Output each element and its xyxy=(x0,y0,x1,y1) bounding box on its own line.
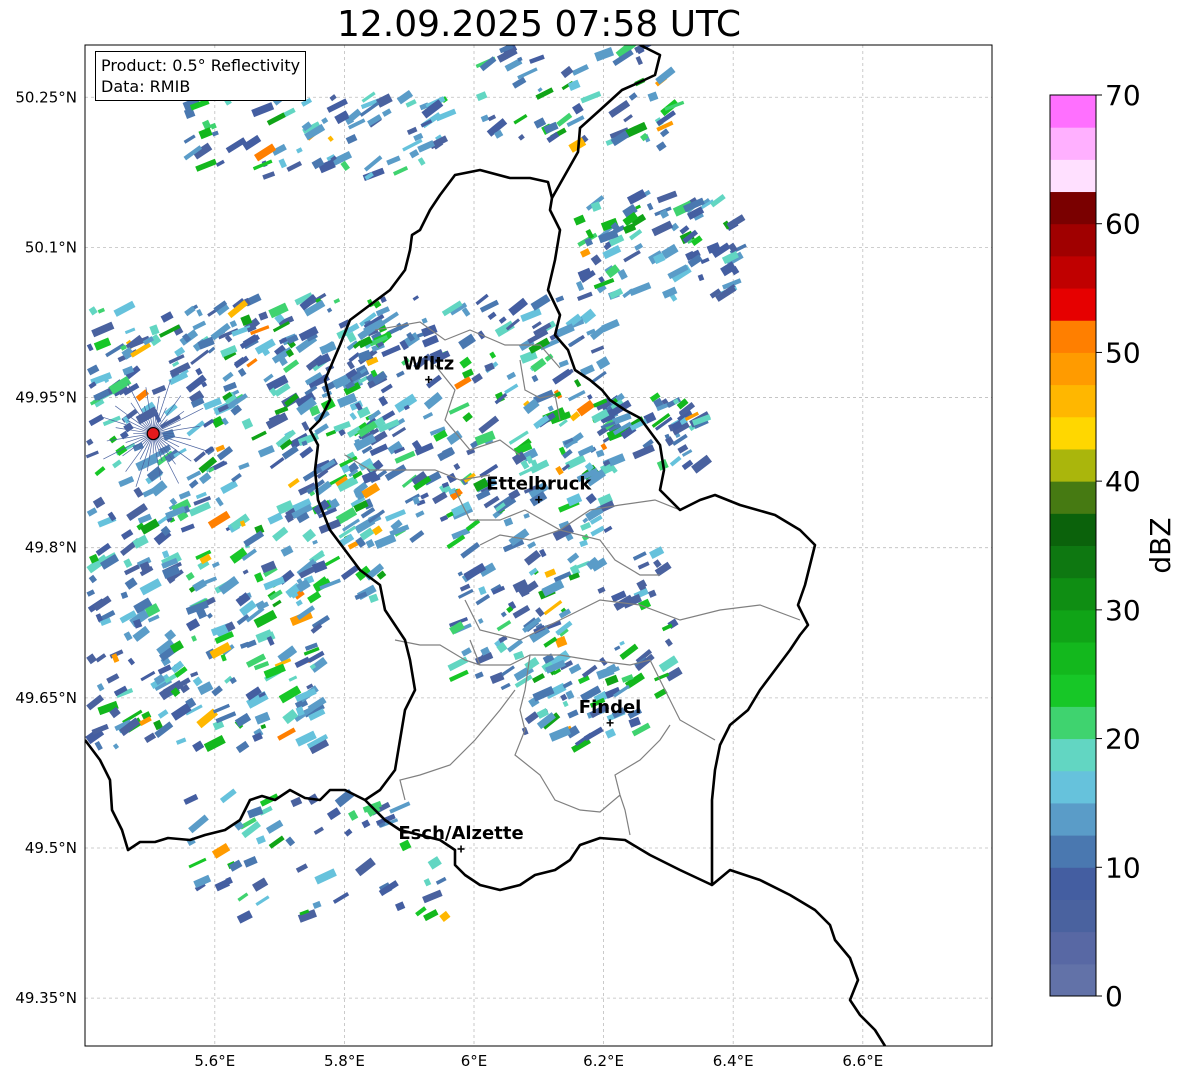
colorbar-swatch xyxy=(1050,899,1096,933)
colorbar-tick-label: 70 xyxy=(1105,79,1141,112)
x-tick-label: 6.6°E xyxy=(842,1052,883,1070)
y-tick-label: 49.95°N xyxy=(15,389,77,407)
y-tick-label: 50.1°N xyxy=(25,238,77,256)
colorbar-swatch xyxy=(1050,642,1096,675)
colorbar-tick-label: 30 xyxy=(1105,594,1141,627)
colorbar-swatch xyxy=(1050,320,1096,353)
colorbar-swatch xyxy=(1050,191,1096,225)
y-tick-label: 49.5°N xyxy=(25,839,77,857)
city-label: Esch/Alzette xyxy=(398,823,523,844)
colorbar-tick-label: 50 xyxy=(1105,336,1141,369)
colorbar-swatch xyxy=(1050,963,1096,997)
radar-map: 5.6°E 5.8°E 6°E 6.2°E 6.4°E 6.6°E 50.25°N 50.1°… xyxy=(15,44,1177,1070)
colorbar-swatch xyxy=(1050,384,1096,418)
data-source-label: Data: RMIB xyxy=(101,77,191,96)
city-label: Wiltz xyxy=(403,354,454,375)
colorbar-swatch xyxy=(1050,255,1096,289)
colorbar-swatch xyxy=(1050,288,1096,321)
y-tick-label: 50.25°N xyxy=(15,88,77,106)
colorbar-tick-label: 20 xyxy=(1105,723,1141,756)
x-tick-label: 6°E xyxy=(461,1052,488,1070)
x-tick-label: 6.4°E xyxy=(713,1052,754,1070)
colorbar-swatch xyxy=(1050,448,1096,482)
colorbar-label: dBZ xyxy=(1144,517,1177,573)
colorbar-swatch xyxy=(1050,577,1096,611)
product-info-box: Product: 0.5° Reflectivity Data: RMIB xyxy=(95,51,307,101)
y-tick-label: 49.8°N xyxy=(25,539,77,557)
y-tick-label: 49.65°N xyxy=(15,689,77,707)
colorbar-swatch xyxy=(1050,931,1096,965)
colorbar-swatch xyxy=(1050,609,1096,643)
colorbar-swatch xyxy=(1050,770,1096,804)
colorbar-tick-label: 0 xyxy=(1105,980,1123,1013)
colorbar-swatch xyxy=(1050,127,1096,160)
product-label: Product: 0.5° Reflectivity xyxy=(101,56,301,75)
colorbar-swatch xyxy=(1050,95,1096,128)
colorbar-swatch xyxy=(1050,802,1096,836)
x-tick-label: 5.8°E xyxy=(324,1052,365,1070)
colorbar-swatch xyxy=(1050,867,1096,900)
map-background xyxy=(85,45,992,1046)
colorbar-swatch xyxy=(1050,738,1096,772)
radar-site-dot xyxy=(146,426,160,441)
colorbar: 0 10 20 30 40 50 60 70 dBZ xyxy=(1049,79,1177,1013)
colorbar-swatch xyxy=(1050,706,1096,740)
colorbar-swatch xyxy=(1050,545,1096,579)
x-tick-label: 6.2°E xyxy=(583,1052,624,1070)
colorbar-swatch xyxy=(1050,481,1096,514)
city-label: Findel xyxy=(579,697,642,718)
colorbar-swatch xyxy=(1050,416,1096,450)
x-tick-label: 5.6°E xyxy=(194,1052,235,1070)
city-label: Ettelbruck xyxy=(486,474,592,495)
colorbar-swatch xyxy=(1050,835,1096,868)
colorbar-tick-label: 60 xyxy=(1105,208,1141,241)
colorbar-swatch xyxy=(1050,352,1096,386)
colorbar-swatch xyxy=(1050,674,1096,707)
colorbar-swatch xyxy=(1050,513,1096,546)
y-tick-label: 49.35°N xyxy=(15,989,77,1007)
colorbar-tick-label: 40 xyxy=(1105,465,1141,498)
colorbar-swatch xyxy=(1050,159,1096,193)
colorbar-tick-label: 10 xyxy=(1105,851,1141,884)
colorbar-swatch xyxy=(1050,223,1096,257)
